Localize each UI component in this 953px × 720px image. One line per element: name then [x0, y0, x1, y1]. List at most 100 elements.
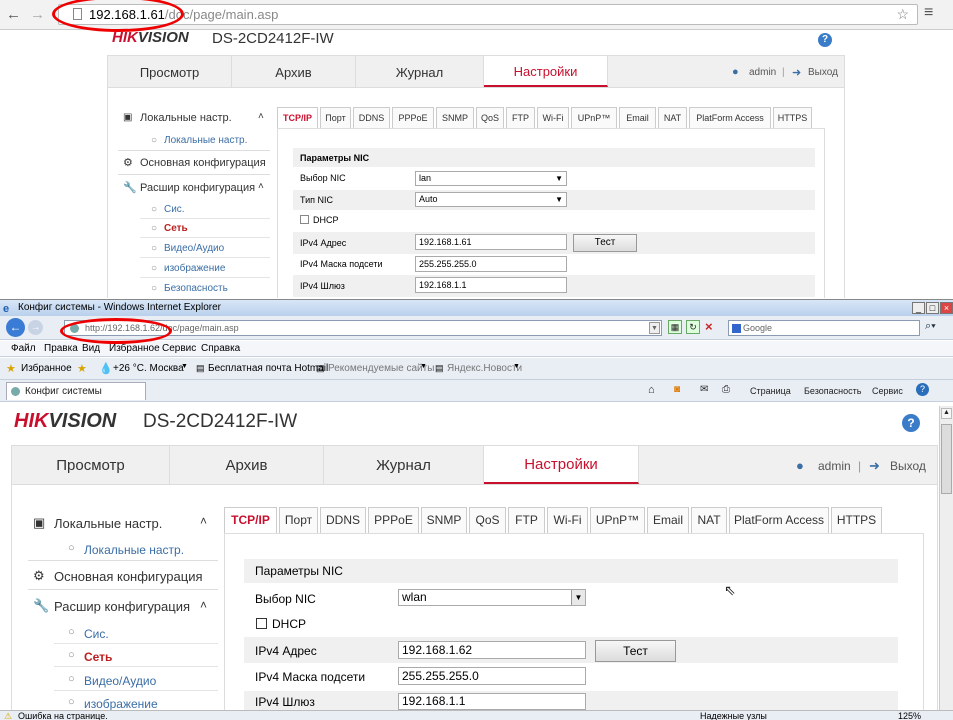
select-nic[interactable]: wlan ▼ [398, 589, 586, 606]
chevron-down-icon[interactable]: ▼ [513, 363, 520, 370]
add-favorite-icon[interactable]: ★ [77, 362, 87, 375]
sidebar-sub-system[interactable]: Сис. [84, 627, 109, 641]
subtab-wifi[interactable]: Wi-Fi [547, 507, 588, 534]
address-bar[interactable]: 192.168.1.61/doc/page/main.asp ☆ [58, 4, 918, 25]
subtab-qos[interactable]: QoS [469, 507, 506, 534]
help-icon[interactable]: ? [902, 414, 920, 432]
cmd-tools[interactable]: Сервис [872, 386, 903, 396]
subtab-port[interactable]: Порт [320, 107, 351, 129]
fav-suggested[interactable]: Рекомендуемые сайты [328, 363, 434, 374]
menu-help[interactable]: Справка [201, 343, 240, 354]
select-nic-type[interactable]: Auto ▼ [415, 192, 567, 207]
sidebar-sub-security[interactable]: Безопасность [164, 283, 228, 294]
sidebar-sub-video[interactable]: Видео/Аудио [164, 243, 224, 254]
sidebar-local[interactable]: Локальные настр. [140, 112, 232, 124]
mail-icon[interactable]: ✉ [700, 384, 708, 395]
star-icon[interactable]: ☆ [896, 5, 909, 24]
subtab-nat[interactable]: NAT [691, 507, 727, 534]
logout-link[interactable]: Выход [890, 459, 926, 473]
sidebar-sub-network[interactable]: Сеть [164, 223, 188, 234]
subtab-pppoe[interactable]: PPPoE [392, 107, 434, 129]
test-button[interactable]: Тест [573, 234, 637, 252]
ie-help-icon[interactable]: ? [916, 383, 929, 396]
sidebar-basic[interactable]: Основная конфигурация [54, 569, 203, 584]
forward-icon[interactable]: → [30, 6, 45, 23]
subtab-port[interactable]: Порт [279, 507, 318, 534]
scroll-up-icon[interactable]: ▲ [941, 408, 952, 419]
minimize-icon[interactable]: _ [912, 302, 925, 314]
fav-yandex-news[interactable]: Яндекс.Новости [447, 363, 522, 374]
chevron-down-icon[interactable]: ▼ [420, 363, 427, 370]
ie-tab[interactable]: Конфиг системы [6, 382, 146, 400]
sidebar-sub-system[interactable]: Сис. [164, 204, 185, 215]
menu-tools[interactable]: Сервис [162, 343, 196, 354]
subtab-platform[interactable]: PlatForm Access [729, 507, 829, 534]
favorites-button[interactable]: Избранное [21, 363, 72, 374]
zoom-level[interactable]: 125% [898, 711, 921, 720]
sidebar-sub-network[interactable]: Сеть [84, 650, 112, 664]
chevron-up-icon[interactable]: ˄ [258, 181, 264, 192]
warning-icon[interactable]: ⚠ [4, 711, 12, 720]
mask-field[interactable]: 255.255.255.0 [398, 667, 586, 685]
subtab-upnp[interactable]: UPnP™ [571, 107, 617, 129]
sidebar-basic[interactable]: Основная конфигурация [140, 157, 266, 169]
address-dropdown-icon[interactable]: ▼ [649, 322, 660, 334]
subtab-ftp[interactable]: FTP [508, 507, 545, 534]
cmd-security[interactable]: Безопасность [804, 386, 861, 396]
chevron-up-icon[interactable]: ˄ [258, 111, 264, 122]
chevron-up-icon[interactable]: ˄ [200, 598, 207, 612]
sidebar-sub-video[interactable]: Видео/Аудио [84, 674, 156, 688]
subtab-qos[interactable]: QoS [476, 107, 504, 129]
back-icon[interactable]: ← [6, 6, 21, 23]
menu-edit[interactable]: Правка [44, 343, 78, 354]
sidebar-local-sub[interactable]: Локальные настр. [84, 543, 184, 557]
tab-settings[interactable]: Настройки [484, 446, 639, 484]
subtab-ftp[interactable]: FTP [506, 107, 535, 129]
menu-view[interactable]: Вид [82, 343, 100, 354]
cmd-page[interactable]: Страница [750, 386, 791, 396]
sidebar-local-sub[interactable]: Локальные настр. [164, 135, 247, 146]
fav-hotmail[interactable]: Бесплатная почта Hotmail [208, 363, 328, 374]
test-button[interactable]: Тест [595, 640, 676, 662]
subtab-upnp[interactable]: UPnP™ [590, 507, 645, 534]
search-icon[interactable]: ⌕▾ [925, 320, 936, 333]
subtab-https[interactable]: HTTPS [831, 507, 882, 534]
menu-favorites[interactable]: Избранное [109, 343, 160, 354]
subtab-platform[interactable]: PlatForm Access [689, 107, 771, 129]
subtab-tcpip[interactable]: TCP/IP [224, 507, 277, 534]
subtab-nat[interactable]: NAT [658, 107, 687, 129]
close-icon[interactable]: × [940, 302, 953, 314]
vertical-scrollbar[interactable]: ▲ [939, 406, 953, 711]
dhcp-checkbox[interactable] [256, 618, 267, 629]
subtab-pppoe[interactable]: PPPoE [368, 507, 419, 534]
tab-log[interactable]: Журнал [324, 446, 484, 484]
forward-icon[interactable]: → [28, 320, 43, 335]
weather-link[interactable]: +26 °C. Москва [113, 363, 184, 374]
subtab-email[interactable]: Email [647, 507, 689, 534]
menu-icon[interactable]: ≡ [924, 4, 933, 22]
refresh-icon[interactable]: ↻ [686, 320, 700, 334]
dhcp-checkbox[interactable] [300, 215, 309, 224]
maximize-icon[interactable]: □ [926, 302, 939, 314]
stop-icon[interactable]: × [705, 319, 713, 334]
home-icon[interactable]: ⌂ [648, 384, 655, 396]
ipv4-field[interactable]: 192.168.1.62 [398, 641, 586, 659]
subtab-tcpip[interactable]: TCP/IP [277, 107, 318, 129]
sidebar-advanced[interactable]: Расшир конфигурация [140, 182, 255, 194]
tab-log[interactable]: Журнал [356, 56, 484, 87]
ipv4-field[interactable]: 192.168.1.61 [415, 234, 567, 250]
subtab-snmp[interactable]: SNMP [436, 107, 474, 129]
gateway-field[interactable]: 192.168.1.1 [398, 693, 586, 710]
print-icon[interactable]: ⎙ [722, 384, 730, 395]
sidebar-advanced[interactable]: Расшир конфигурация [54, 599, 190, 614]
subtab-snmp[interactable]: SNMP [421, 507, 467, 534]
tab-archive[interactable]: Архив [232, 56, 356, 87]
chevron-up-icon[interactable]: ˄ [200, 514, 207, 528]
help-icon[interactable]: ? [818, 33, 832, 47]
tab-archive[interactable]: Архив [170, 446, 324, 484]
sidebar-local[interactable]: Локальные настр. [54, 516, 162, 531]
feeds-icon[interactable]: ◙ [674, 384, 680, 395]
sidebar-sub-image[interactable]: изображение [164, 263, 225, 274]
tab-settings[interactable]: Настройки [484, 56, 608, 87]
ie-search-box[interactable]: Google [728, 320, 920, 336]
